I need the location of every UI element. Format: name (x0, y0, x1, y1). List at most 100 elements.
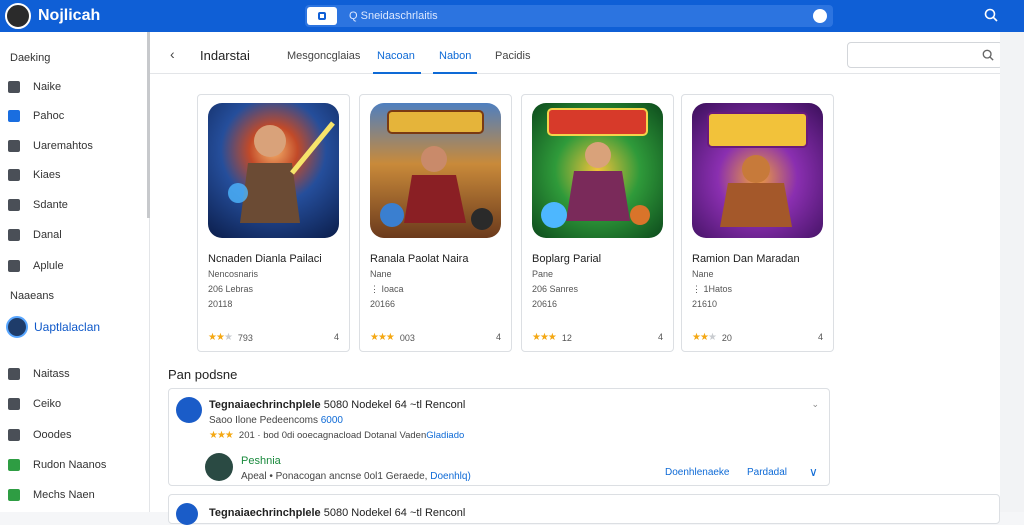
app-logo-avatar[interactable] (5, 3, 31, 29)
list-item-rating: ★★★ 201 · bod 0di ooecagnacload Dotanal V… (209, 430, 464, 441)
card-meta: 20616 (532, 299, 558, 309)
sidebar-item-aplule[interactable]: Aplule (8, 256, 64, 276)
sidebar-item-label: Uaremahtos (33, 140, 93, 152)
app-card[interactable]: Ncnaden Dianla Pailaci Nencosnaris 206 L… (197, 94, 350, 352)
app-card[interactable]: Ranala Paolat Naira Nane ⋮ Ioaca 20166 ★… (359, 94, 512, 352)
page-scrollbar[interactable] (1000, 32, 1024, 512)
app-card[interactable]: Ramion Dan Maradan Nane ⋮ 1Hatos 21610 ★… (681, 94, 834, 352)
card-title: Ncnaden Dianla Pailaci (208, 253, 322, 265)
avatar (6, 316, 28, 338)
star-rating-icon: ★★★ (209, 430, 234, 441)
game-cover-image (532, 103, 663, 238)
game-cover-image (208, 103, 339, 238)
card-count: 4 (657, 332, 663, 342)
sidebar-item-pahoc[interactable]: Pahoc (8, 106, 64, 126)
app-card[interactable]: Boplarg Parial Pane 206 Sanres 20616 ★★★… (521, 94, 674, 352)
sidebar-item-label: Naike (33, 81, 62, 93)
upload-icon (8, 260, 20, 272)
sidebar-item-kiaes[interactable]: Kiaes (8, 165, 61, 185)
list-item-title-rest: 5080 Nodekel 64 ~tl Renconl (323, 399, 466, 411)
blue-square-icon (8, 110, 20, 122)
card-rating: ★★★ 003 (370, 332, 415, 343)
sidebar-user[interactable]: Uaptlalaclan (6, 316, 100, 338)
tab-nacoan[interactable]: Nacoan (377, 50, 415, 62)
card-title: Ranala Paolat Naira (370, 253, 469, 265)
review-text: Apeal • Ponacogan ancnse 0ol1 Geraede, D… (241, 471, 471, 482)
global-search-bar[interactable]: Q Sneidaschrlaitis (305, 5, 833, 27)
list-item-title: Tegnaiaechrinchplele 5080 Nodekel 64 ~tl… (209, 399, 465, 411)
rating-count: 20 (721, 332, 732, 343)
card-rating: ★★★ 793 (208, 332, 253, 343)
sidebar: Daeking Naike Pahoc Uaremahtos Kiaes Sda… (0, 32, 150, 512)
list-item[interactable]: Tegnaiaechrinchplele 5080 Nodekel 64 ~tl… (168, 388, 830, 486)
sidebar-item-rudon-naanos[interactable]: Rudon Naanos (8, 455, 106, 475)
card-count: 4 (495, 332, 501, 342)
card-meta: 206 Sanres (532, 284, 579, 294)
card-rating: ★★★ 12 (532, 332, 572, 343)
search-icon[interactable] (984, 8, 998, 22)
docs-icon (8, 429, 20, 441)
review-date: Apeal • (241, 471, 273, 482)
card-meta: 20118 (208, 299, 233, 309)
card-title: Ramion Dan Maradan (692, 253, 800, 265)
tab-underline (433, 72, 477, 74)
sidebar-item-uaremahtos[interactable]: Uaremahtos (8, 136, 93, 156)
sidebar-item-mechs-naen[interactable]: Mechs Naen (8, 485, 95, 505)
card-meta: ⋮ 1Hatos (692, 284, 733, 294)
rating-link[interactable]: Gladiado (426, 430, 464, 441)
card-count: 4 (333, 332, 339, 342)
back-arrow-icon[interactable]: ‹ (170, 46, 175, 62)
tag-icon (8, 199, 20, 211)
tab-bar: ‹ Indarstai Mesgoncglaias Nacoan Nabon P… (150, 32, 1003, 74)
sidebar-item-label: Danal (33, 229, 62, 241)
card-meta: ⋮ Ioaca (370, 284, 404, 294)
review-action-button[interactable]: Doenhlenaeke (665, 467, 730, 478)
list-item-title-bold: Tegnaiaechrinchplele (209, 507, 321, 519)
search-input[interactable]: Q Sneidaschrlaitis (349, 10, 438, 22)
sidebar-item-naike[interactable]: Naike (8, 77, 61, 97)
sidebar-item-label: Aplule (33, 260, 64, 272)
card-title: Boplarg Parial (532, 253, 602, 265)
list-item[interactable]: Tegnaiaechrinchplele 5080 Nodekel 64 ~tl… (168, 494, 1000, 525)
square-icon (8, 229, 20, 241)
search-mode-button[interactable] (307, 7, 337, 25)
chevron-up-icon[interactable]: ⌄ (811, 399, 819, 410)
card-count: 4 (817, 332, 823, 342)
game-cover-image (692, 103, 823, 238)
sidebar-item-sdante[interactable]: Sdante (8, 195, 68, 215)
sidebar-item-danal[interactable]: Danal (8, 225, 62, 245)
sidebar-item-label: Ooodes (33, 429, 72, 441)
review-action-button[interactable]: Pardadal (747, 467, 787, 478)
tab-pacidis[interactable]: Pacidis (495, 50, 530, 62)
rating-count: 12 (561, 332, 572, 343)
card-meta: 20166 (370, 299, 396, 309)
card-meta: 21610 (692, 299, 718, 309)
review-link[interactable]: Doenhlq) (430, 471, 471, 482)
rating-text: 201 · bod 0di ooecagnacload Dotanal Vade… (238, 430, 427, 441)
sidebar-item-label: Pahoc (33, 110, 65, 122)
star-icon (8, 169, 20, 181)
bag-icon (8, 81, 20, 93)
sidebar-item-ooodes[interactable]: Ooodes (8, 425, 72, 445)
page-title: Indarstai (200, 48, 250, 63)
card-meta: 206 Lebras (208, 284, 254, 294)
tab-nabon[interactable]: Nabon (439, 50, 471, 62)
star-rating-icon: ★★★ (532, 332, 557, 343)
tab-mesgoncglaias[interactable]: Mesgoncglaias (287, 50, 360, 62)
card-meta: Nane (370, 269, 392, 279)
tab-underline (373, 72, 421, 74)
square-icon (318, 12, 326, 20)
globe-icon[interactable] (813, 9, 827, 23)
list-item-title: Tegnaiaechrinchplele 5080 Nodekel 64 ~tl… (209, 507, 465, 519)
app-icon (176, 397, 202, 423)
sidebar-item-naitass[interactable]: Naitass (8, 364, 70, 384)
star-rating-icon: ★★★ (370, 332, 395, 343)
card-meta: Pane (532, 269, 554, 279)
chevron-down-icon[interactable]: ∨ (809, 465, 818, 479)
card-meta: Nencosnaris (208, 269, 259, 279)
list-item-subtitle-link[interactable]: 6000 (321, 415, 343, 426)
list-item-subtitle-text: Saoo Ilone Pedeencoms (209, 415, 318, 426)
tab-search-input[interactable] (847, 42, 1003, 68)
sidebar-item-ceiko[interactable]: Ceiko (8, 394, 61, 414)
rating-count: 003 (399, 332, 415, 343)
